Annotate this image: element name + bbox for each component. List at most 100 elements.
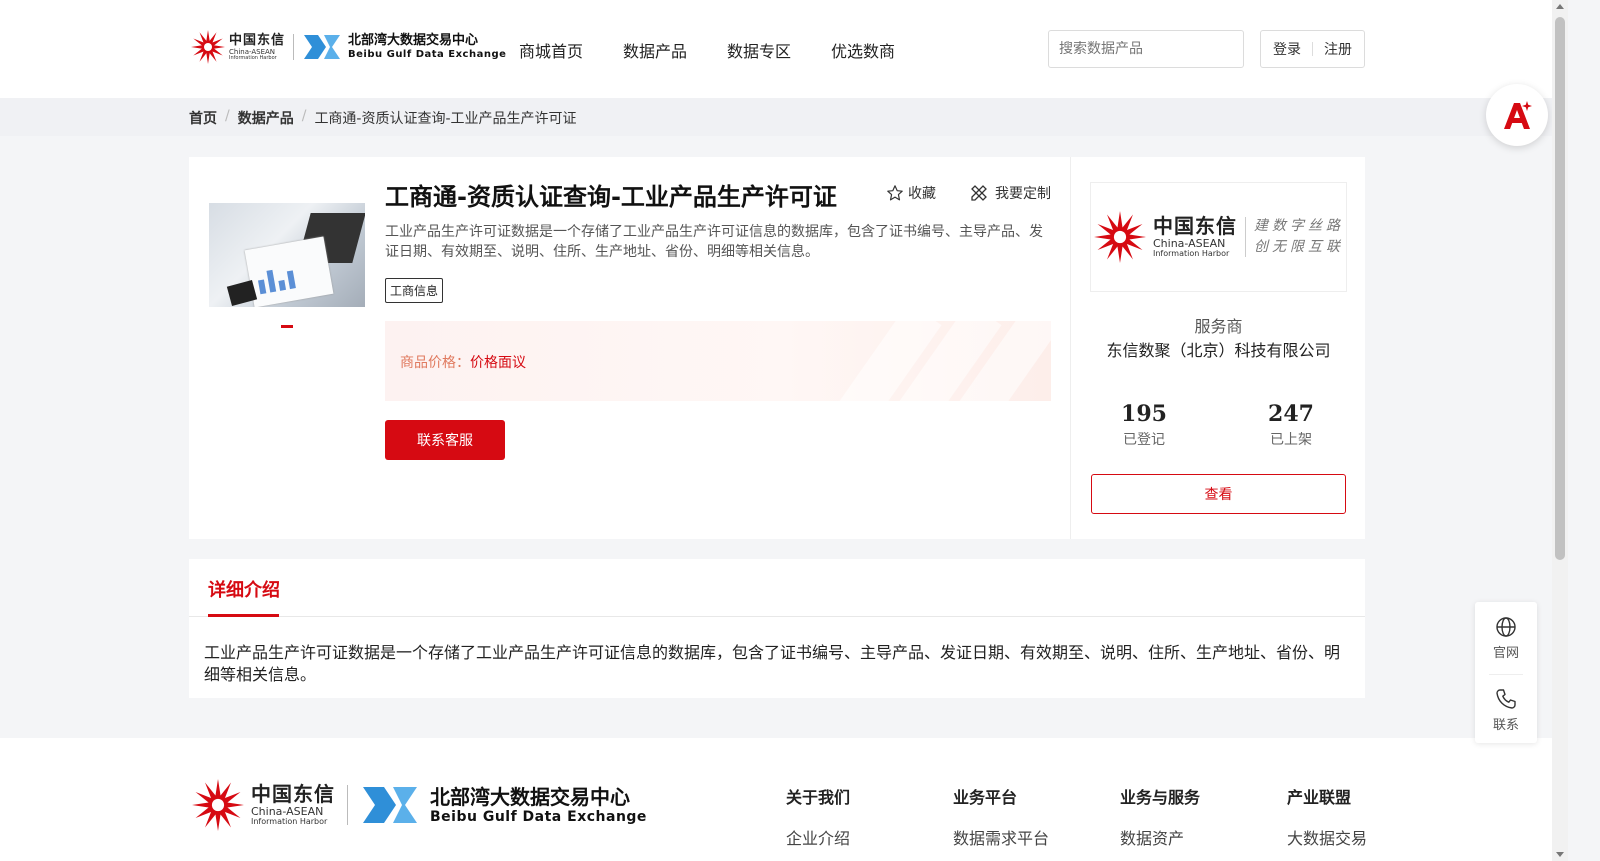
logo-en-text-2: Information Harbor bbox=[229, 54, 277, 61]
product-image[interactable] bbox=[209, 203, 365, 307]
logo-bb-en-text: Beibu Gulf Data Exchange bbox=[348, 49, 507, 60]
image-bar bbox=[266, 269, 277, 293]
provider-starburst-icon bbox=[1094, 211, 1146, 263]
stat-value: 195 bbox=[1121, 401, 1167, 427]
data-exchange-logo-icon bbox=[304, 35, 341, 59]
auth-separator bbox=[1312, 42, 1313, 56]
footer-link[interactable]: 数据需求平台 bbox=[953, 825, 1120, 849]
carousel-indicator[interactable] bbox=[281, 325, 293, 328]
provider-name[interactable]: 东信数聚（北京）科技有限公司 bbox=[1090, 337, 1347, 361]
nav-item-home[interactable]: 商城首页 bbox=[519, 38, 583, 62]
login-link[interactable]: 登录 bbox=[1273, 39, 1301, 59]
footer-link[interactable]: 数据资产 bbox=[1120, 825, 1287, 849]
footer-logo-cn: 中国东信 bbox=[251, 781, 335, 806]
footer-link[interactable]: 企业介绍 bbox=[786, 825, 953, 849]
footer-logo-divider bbox=[347, 785, 348, 825]
toolbar-divider bbox=[1489, 674, 1523, 675]
breadcrumb-bar: 首页 / 数据产品 / 工商通-资质认证查询-工业产品生产许可证 bbox=[0, 98, 1552, 136]
price-text: 商品价格：价格面议 bbox=[400, 352, 526, 372]
ai-assistant-icon bbox=[1504, 101, 1532, 129]
register-link[interactable]: 注册 bbox=[1324, 39, 1352, 59]
customize-label: 我要定制 bbox=[995, 186, 1051, 202]
image-bar bbox=[258, 279, 267, 295]
category-tag[interactable]: 工商信息 bbox=[385, 278, 444, 303]
image-bar bbox=[286, 270, 296, 290]
breadcrumb-separator: / bbox=[301, 108, 307, 124]
footer-heading: 业务平台 bbox=[953, 788, 1018, 807]
tab-detail-intro[interactable]: 详细介绍 bbox=[208, 576, 280, 602]
nav-item-data-zone[interactable]: 数据专区 bbox=[727, 38, 791, 62]
footer-links: 关于我们 企业介绍 业务平台 数据需求平台 业务与服务 数据资产 产业联盟 大数… bbox=[786, 784, 1454, 849]
search-box bbox=[1048, 30, 1244, 68]
provider-slogan-2: 创无限互联 bbox=[1254, 239, 1344, 255]
footer-starburst-icon bbox=[192, 779, 244, 831]
footer-heading: 产业联盟 bbox=[1287, 788, 1352, 807]
page-scrollbar[interactable] bbox=[1552, 0, 1568, 861]
provider-logo-cn: 中国东信 bbox=[1153, 213, 1237, 238]
scrollbar-thumb[interactable] bbox=[1555, 17, 1565, 560]
footer: 中国东信 China-ASEAN Information Harbor 北部湾大… bbox=[0, 738, 1552, 861]
image-calculator-shape bbox=[226, 279, 258, 307]
breadcrumb-current: 工商通-资质认证查询-工业产品生产许可证 bbox=[314, 111, 577, 127]
view-provider-button[interactable]: 查看 bbox=[1091, 474, 1346, 514]
china-asean-logo: 中国东信 China-ASEAN Information Harbor bbox=[190, 28, 285, 66]
scroll-down-arrow-icon[interactable] bbox=[1556, 852, 1564, 857]
provider-logo-en-2: Information Harbor bbox=[1153, 249, 1230, 259]
provider-logo-divider bbox=[1245, 217, 1246, 257]
beibu-gulf-logo: 北部湾大数据交易中心 Beibu Gulf Data Exchange bbox=[302, 33, 506, 61]
footer-column: 关于我们 企业介绍 bbox=[786, 784, 953, 849]
footer-column: 业务与服务 数据资产 bbox=[1120, 784, 1287, 849]
contact-service-button[interactable]: 联系客服 bbox=[385, 420, 505, 460]
stat-label: 已上架 bbox=[1270, 432, 1312, 448]
contact-label: 联系 bbox=[1492, 718, 1519, 733]
customize-button[interactable]: 我要定制 bbox=[969, 183, 1051, 203]
favorite-button[interactable]: 收藏 bbox=[886, 183, 936, 203]
breadcrumb-home[interactable]: 首页 bbox=[189, 108, 217, 128]
footer-logo-bb-cn: 北部湾大数据交易中心 bbox=[430, 784, 630, 809]
star-icon bbox=[887, 185, 903, 201]
breadcrumb-data-products[interactable]: 数据产品 bbox=[238, 108, 294, 128]
card-divider bbox=[1070, 157, 1071, 539]
price-value: 价格面议 bbox=[470, 355, 526, 371]
floating-toolbar: 官网 联系 bbox=[1475, 602, 1537, 743]
footer-exchange-logo-icon bbox=[363, 787, 417, 823]
customize-icon bbox=[971, 185, 987, 201]
footer-logo-bb-en: Beibu Gulf Data Exchange bbox=[430, 808, 647, 825]
logo-cn-text: 中国东信 bbox=[229, 32, 286, 48]
favorite-label: 收藏 bbox=[908, 186, 936, 202]
price-panel: 商品价格：价格面议 bbox=[385, 321, 1051, 401]
nav-item-data-products[interactable]: 数据产品 bbox=[623, 38, 687, 62]
logo-bb-cn-text: 北部湾大数据交易中心 bbox=[348, 33, 479, 48]
starburst-logo-icon bbox=[191, 30, 225, 64]
contact-button[interactable]: 联系 bbox=[1475, 688, 1537, 733]
footer-column: 产业联盟 大数据交易 bbox=[1287, 784, 1454, 849]
provider-slogan-1: 建数字丝路 bbox=[1254, 218, 1344, 234]
site-logo[interactable]: 中国东信 China-ASEAN Information Harbor 北部湾大… bbox=[190, 28, 506, 66]
nav-item-preferred-vendors[interactable]: 优选数商 bbox=[831, 38, 895, 62]
image-paper-shape bbox=[244, 236, 334, 307]
stat-label: 已登记 bbox=[1123, 432, 1165, 448]
provider-role-label: 服务商 bbox=[1194, 317, 1243, 336]
footer-link[interactable]: 大数据交易 bbox=[1287, 825, 1454, 849]
product-title: 工商通-资质认证查询-工业产品生产许可证 bbox=[385, 183, 837, 211]
footer-heading: 关于我们 bbox=[786, 788, 851, 807]
stat-registered: 195 已登记 bbox=[1089, 401, 1199, 449]
product-description: 工业产品生产许可证数据是一个存储了工业产品生产许可证信息的数据库，包含了证书编号… bbox=[385, 224, 1043, 260]
logo-divider bbox=[293, 34, 295, 60]
stat-value: 247 bbox=[1268, 401, 1314, 427]
scroll-up-arrow-icon[interactable] bbox=[1556, 4, 1564, 9]
tab-divider bbox=[189, 616, 1365, 617]
product-card: 工商通-资质认证查询-工业产品生产许可证 收藏 我要定制 工业产品生产许可证数据… bbox=[189, 157, 1365, 539]
footer-heading: 业务与服务 bbox=[1120, 788, 1201, 807]
stat-listed: 247 已上架 bbox=[1236, 401, 1346, 449]
globe-icon bbox=[1496, 617, 1516, 637]
footer-logo[interactable]: 中国东信 China-ASEAN Information Harbor 北部湾大… bbox=[189, 776, 647, 834]
breadcrumb-separator: / bbox=[225, 108, 230, 124]
ai-assistant-button[interactable] bbox=[1486, 84, 1548, 146]
footer-logo-en-2: Information Harbor bbox=[251, 817, 328, 827]
provider-logo[interactable]: 中国东信 China-ASEAN Information Harbor 建数字丝… bbox=[1090, 182, 1347, 292]
official-site-button[interactable]: 官网 bbox=[1475, 616, 1537, 661]
header: 中国东信 China-ASEAN Information Harbor 北部湾大… bbox=[0, 0, 1552, 98]
search-input[interactable] bbox=[1059, 41, 1233, 57]
price-label: 商品价格： bbox=[400, 355, 470, 371]
